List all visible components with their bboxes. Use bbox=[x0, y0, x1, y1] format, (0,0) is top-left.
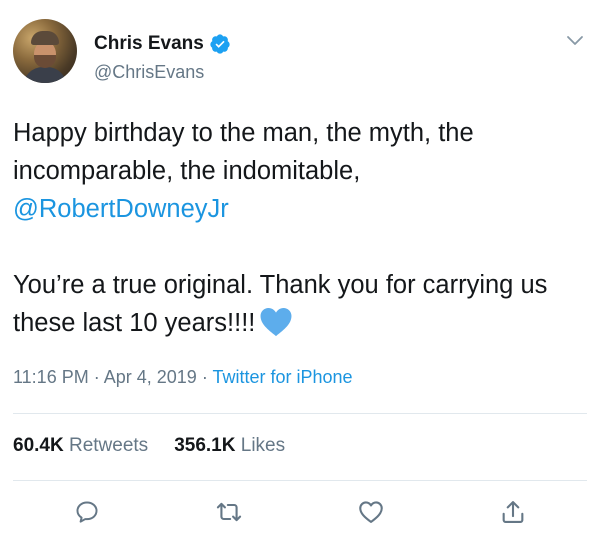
likes-count: 356.1K bbox=[174, 435, 236, 456]
retweets-stat[interactable]: 60.4K Retweets bbox=[13, 435, 174, 456]
retweets-count: 60.4K bbox=[13, 435, 64, 456]
divider bbox=[13, 413, 587, 414]
likes-label: Likes bbox=[240, 435, 286, 456]
reply-icon[interactable] bbox=[71, 496, 103, 528]
share-icon[interactable] bbox=[497, 496, 529, 528]
meta-separator: · bbox=[196, 367, 213, 387]
verified-badge-icon bbox=[209, 33, 231, 55]
tweet-source-link[interactable]: Twitter for iPhone bbox=[212, 367, 352, 387]
author-name-row[interactable]: Chris Evans bbox=[94, 33, 231, 55]
meta-separator: · bbox=[88, 367, 104, 387]
tweet-text-line-2: You’re a true original. Thank you for ca… bbox=[13, 271, 548, 337]
blue-heart-emoji-icon bbox=[259, 307, 293, 337]
divider bbox=[13, 480, 587, 481]
tweet-meta: 11:16 PM · Apr 4, 2019 · Twitter for iPh… bbox=[13, 367, 353, 388]
likes-stat[interactable]: 356.1K Likes bbox=[174, 435, 285, 456]
tweet-text-line-1: Happy birthday to the man, the myth, the… bbox=[13, 119, 474, 185]
tweet-actions bbox=[0, 496, 600, 536]
tweet-time[interactable]: 11:16 PM bbox=[13, 367, 89, 387]
tweet-stats: 60.4K Retweets 356.1K Likes bbox=[13, 435, 285, 457]
retweet-icon[interactable] bbox=[213, 496, 245, 528]
chevron-down-icon[interactable] bbox=[566, 34, 584, 48]
avatar[interactable] bbox=[13, 19, 77, 83]
mention-link[interactable]: @RobertDowneyJr bbox=[13, 190, 593, 228]
retweets-label: Retweets bbox=[68, 435, 149, 456]
display-name[interactable]: Chris Evans bbox=[94, 33, 204, 55]
tweet-date[interactable]: Apr 4, 2019 bbox=[104, 367, 197, 387]
like-icon[interactable] bbox=[355, 496, 387, 528]
user-handle[interactable]: @ChrisEvans bbox=[94, 62, 204, 83]
tweet-text: Happy birthday to the man, the myth, the… bbox=[13, 114, 593, 342]
